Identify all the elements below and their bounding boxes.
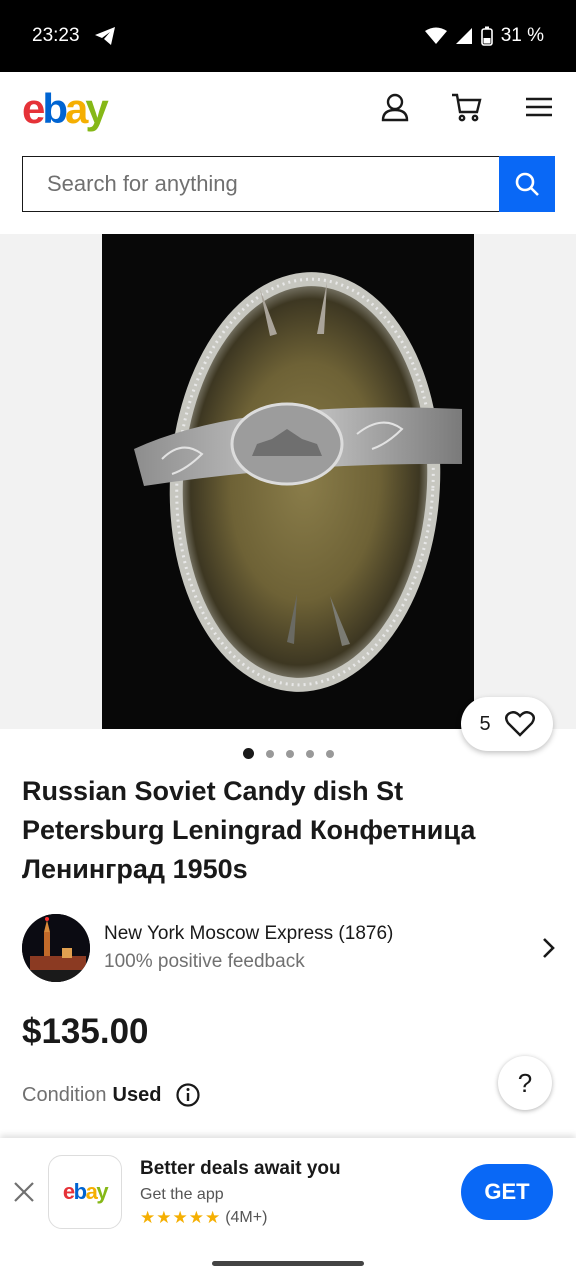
info-icon[interactable] [175,1082,201,1108]
signal-icon [455,28,472,44]
rating-count: (4M+) [225,1209,268,1226]
account-icon[interactable] [378,90,412,124]
pagination-dot[interactable] [285,749,294,758]
battery-percent: 31 % [500,25,544,46]
item-price: $135.00 [22,1012,149,1051]
close-icon[interactable] [12,1180,36,1204]
image-gallery[interactable] [0,234,576,729]
status-bar: 23:23 31 % [0,0,576,72]
telegram-icon [94,27,115,45]
home-gesture-handle[interactable] [212,1261,364,1266]
banner-subtitle: Get the app [140,1186,224,1203]
listing-title: Russian Soviet Candy dish St Petersburg … [22,776,476,884]
ebay-logo[interactable]: ebay [22,85,109,133]
status-time: 23:23 [32,25,80,46]
search-button[interactable] [499,156,555,212]
watch-count: 5 [479,712,491,735]
star-rating-icon: ★★★★★ [140,1208,222,1227]
pagination-dot[interactable] [305,749,314,758]
seller-feedback: 100% positive feedback [104,951,305,972]
get-app-button[interactable]: GET [461,1164,553,1220]
banner-title: Better deals await you [140,1158,341,1179]
banner-rating: ★★★★★ (4M+) [140,1208,341,1228]
seller-row[interactable]: New York Moscow Express (1876) 100% posi… [22,914,556,982]
search-input[interactable]: Search for anything [22,156,499,212]
pagination-dot[interactable] [325,749,334,758]
seller-name: New York Moscow Express (1876) [104,923,394,944]
condition-label: Condition [22,1083,107,1106]
help-button[interactable]: ? [498,1056,552,1110]
chevron-right-icon [543,938,555,958]
app-header: ebay [0,72,576,146]
battery-icon [480,26,493,46]
condition-value: Used [112,1083,162,1106]
pagination-dot[interactable] [265,749,274,758]
wifi-icon [424,27,447,44]
seller-avatar [22,914,90,982]
heart-icon [504,711,535,737]
ebay-app-icon: ebay [48,1155,122,1229]
cart-icon[interactable] [450,90,484,124]
search-icon [515,172,539,196]
watch-button[interactable]: 5 [461,697,553,751]
ebay-logo: ebay [62,1179,109,1204]
system-nav-bar [0,1246,576,1280]
app-promo-banner: ebay Better deals await you Get the app … [0,1138,576,1246]
search-bar: Search for anything [22,156,555,212]
pagination-dot[interactable] [242,748,254,759]
menu-icon[interactable] [522,90,556,124]
condition-row: Condition Used [22,1082,201,1108]
help-label: ? [517,1067,533,1098]
search-placeholder: Search for anything [47,171,238,196]
gallery-pagination [0,748,576,759]
product-photo[interactable] [102,234,474,729]
